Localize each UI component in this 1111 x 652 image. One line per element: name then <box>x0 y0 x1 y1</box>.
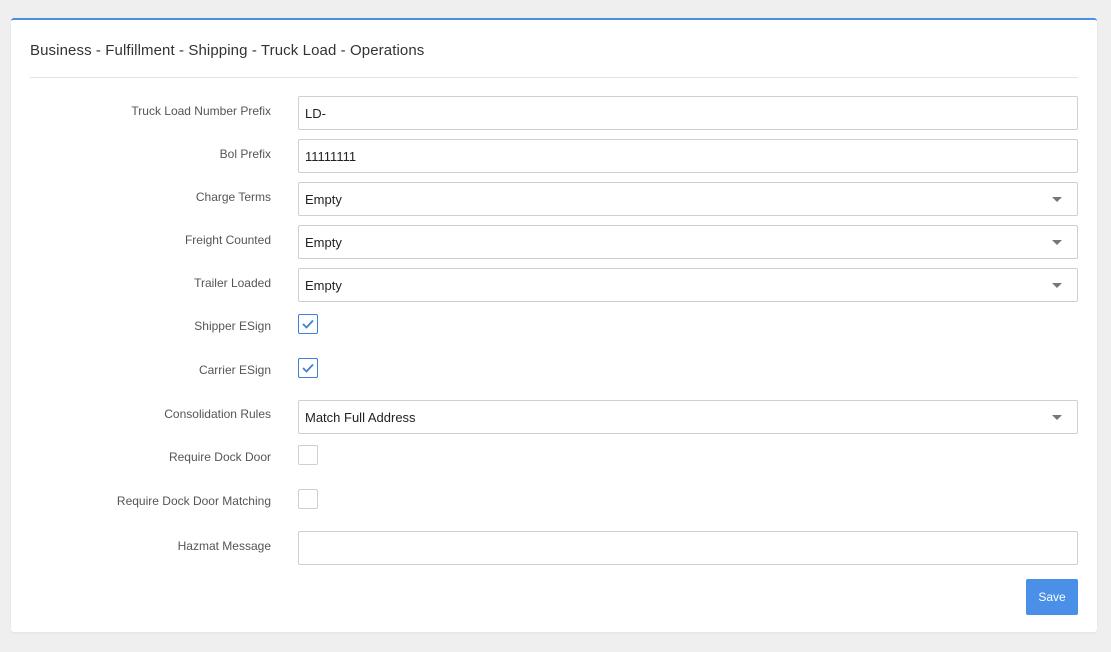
freight-counted-select[interactable]: Empty <box>298 225 1078 259</box>
charge-terms-value: Empty <box>305 191 342 207</box>
charge-terms-select[interactable]: Empty <box>298 182 1078 216</box>
shipper-esign-checkbox[interactable] <box>298 314 318 334</box>
carrier-esign-label: Carrier ESign <box>198 363 271 377</box>
freight-counted-value: Empty <box>305 234 342 250</box>
settings-panel: Business - Fulfillment - Shipping - Truc… <box>11 18 1097 632</box>
shipper-esign-label: Shipper ESign <box>194 319 271 333</box>
hazmat-message-label: Hazmat Message <box>177 539 271 553</box>
bol-prefix-input[interactable] <box>298 139 1078 173</box>
consolidation-rules-label: Consolidation Rules <box>164 407 271 421</box>
charge-terms-label: Charge Terms <box>195 190 271 204</box>
require-dock-door-matching-checkbox[interactable] <box>298 489 318 509</box>
checkmark-icon <box>302 363 314 373</box>
chevron-down-icon <box>1052 414 1062 420</box>
freight-counted-label: Freight Counted <box>184 233 271 247</box>
bol-prefix-label: Bol Prefix <box>219 147 271 161</box>
save-button[interactable]: Save <box>1026 579 1078 615</box>
panel-title: Business - Fulfillment - Shipping - Truc… <box>30 42 425 59</box>
consolidation-rules-value: Match Full Address <box>305 409 416 425</box>
chevron-down-icon <box>1052 282 1062 288</box>
truck-load-number-prefix-input[interactable] <box>298 96 1078 130</box>
carrier-esign-checkbox[interactable] <box>298 358 318 378</box>
chevron-down-icon <box>1052 239 1062 245</box>
consolidation-rules-select[interactable]: Match Full Address <box>298 400 1078 434</box>
checkmark-icon <box>302 319 314 329</box>
hazmat-message-input[interactable] <box>298 531 1078 565</box>
trailer-loaded-label: Trailer Loaded <box>194 276 271 290</box>
require-dock-door-label: Require Dock Door <box>168 450 271 464</box>
chevron-down-icon <box>1052 196 1062 202</box>
title-divider <box>30 77 1078 78</box>
require-dock-door-matching-label: Require Dock Door Matching <box>116 494 271 508</box>
require-dock-door-checkbox[interactable] <box>298 445 318 465</box>
truck-load-number-prefix-label: Truck Load Number Prefix <box>131 104 271 118</box>
trailer-loaded-value: Empty <box>305 277 342 293</box>
trailer-loaded-select[interactable]: Empty <box>298 268 1078 302</box>
